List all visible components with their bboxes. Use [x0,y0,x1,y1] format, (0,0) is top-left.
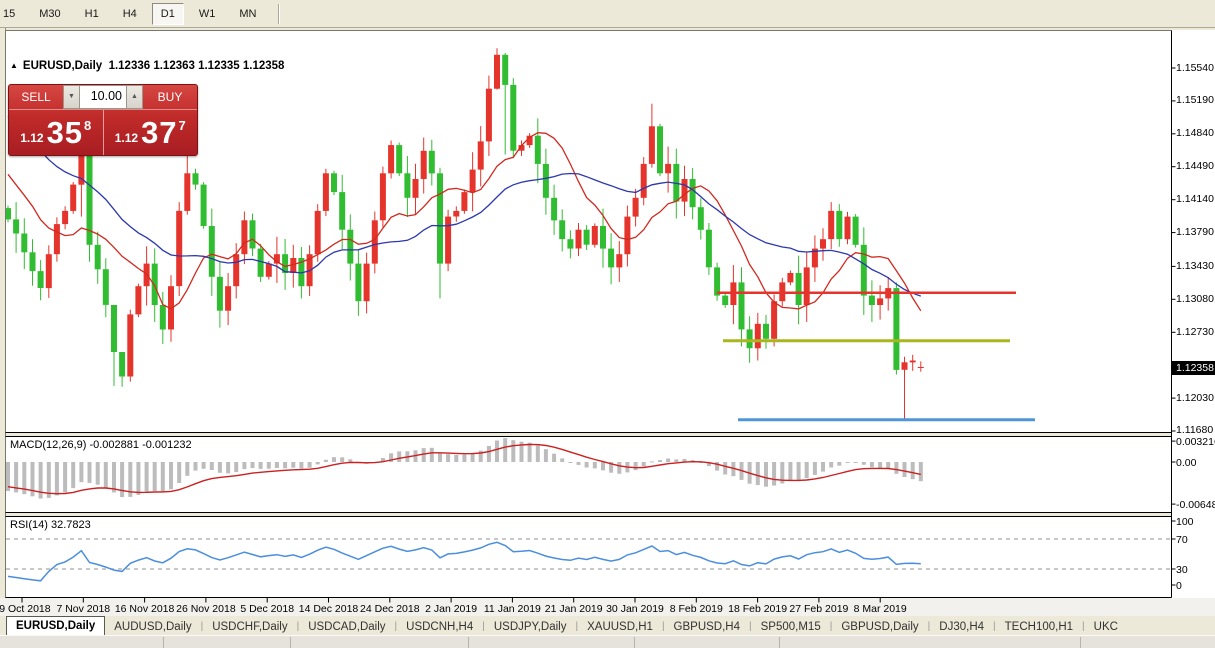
tab-UKC[interactable]: UKC [1085,619,1127,635]
date-axis-label: 2 Jan 2019 [425,603,477,615]
tab-AUDUSD-Daily[interactable]: AUDUSD,Daily [105,619,200,635]
timeframe-D1[interactable]: D1 [152,3,184,25]
price-axis-label: 1.14140 [1176,193,1214,205]
tab-XAUUSD-H1[interactable]: XAUUSD,H1 [578,619,662,635]
chart-tab-bar: EURUSD,DailyAUDUSD,Daily|USDCHF,Daily|US… [0,617,1215,635]
mt4-terminal: 15 M30 H1 H4 D1 W1MN ▲ EURUSD,Daily 1.12336 1.… [0,0,1215,647]
date-axis-label: 26 Nov 2018 [176,603,236,615]
price-axis-label: 1.14840 [1176,127,1214,139]
toolbar-separator [278,4,279,24]
tab-USDCHF-Daily[interactable]: USDCHF,Daily [203,619,296,635]
macd-label: MACD(12,26,9) -0.002881 -0.001232 [10,439,192,451]
sell-price-big: 35 [47,115,83,151]
strip-tick [468,637,469,648]
tab-GBPUSD-Daily[interactable]: GBPUSD,Daily [832,619,927,635]
macd-axis-label: 0.00 [1176,457,1196,469]
buy-button[interactable]: BUY [143,85,197,109]
rsi-axis-label: 70 [1176,534,1188,546]
rsi-axis-label: 30 [1176,564,1188,576]
price-axis[interactable] [1172,30,1215,598]
date-axis-label: 18 Feb 2019 [728,603,787,615]
tab-GBPUSD-H4[interactable]: GBPUSD,H4 [665,619,749,635]
tab-USDCAD-Daily[interactable]: USDCAD,Daily [299,619,394,635]
tab-EURUSD-Daily[interactable]: EURUSD,Daily [6,616,105,635]
price-axis-label: 1.12730 [1176,326,1214,338]
date-axis-label: 11 Jan 2019 [484,603,541,615]
current-price-tag: 1.12358 [1172,361,1215,375]
collapse-icon[interactable]: ▲ [10,61,18,70]
volume-increase-button[interactable]: ▲ [126,85,143,109]
date-axis-label: 27 Feb 2019 [789,603,848,615]
price-axis-label: 1.13790 [1176,226,1214,238]
date-axis-label: 5 Dec 2018 [240,603,294,615]
date-axis-label: 8 Feb 2019 [670,603,723,615]
chart-title: ▲ EURUSD,Daily 1.12336 1.12363 1.12335 1.… [10,60,284,72]
macd-axis-label: 0.003216 [1176,436,1215,448]
sell-price-prefix: 1.12 [20,131,43,145]
date-axis-label: 8 Mar 2019 [854,603,907,615]
rsi-label: RSI(14) 32.7823 [10,519,91,531]
tab-DJ30-H4[interactable]: DJ30,H4 [930,619,993,635]
date-axis-label: 14 Dec 2018 [299,603,359,615]
date-axis-label: 30 Jan 2019 [606,603,664,615]
timeframe-M30[interactable]: M30 [30,3,69,25]
one-click-trading-panel: SELL ▼ 10.00 ▲ BUY 1.12 35 8 1.12 37 7 [8,84,198,156]
macd-axis-label: -0.006485 [1176,499,1215,511]
date-axis-label: 16 Nov 2018 [115,603,175,615]
price-axis-label: 1.15190 [1176,94,1214,106]
timeframe-H1[interactable]: H1 [76,3,108,25]
date-axis-label: 21 Jan 2019 [545,603,603,615]
chart-symbol-label: EURUSD,Daily [23,60,102,72]
strip-tick [290,637,291,648]
date-axis-label: 7 Nov 2018 [56,603,110,615]
rsi-panel[interactable] [6,517,1171,597]
price-axis-label: 1.15540 [1176,62,1214,74]
timeframe-MN[interactable]: MN [230,3,265,25]
buy-price-pips: 7 [179,118,186,133]
tab-SP500-M15[interactable]: SP500,M15 [752,619,830,635]
timeframe-W1[interactable]: W1 [190,3,225,25]
rsi-axis-label: 100 [1176,516,1194,528]
tab-TECH100-H1[interactable]: TECH100,H1 [996,619,1082,635]
tab-USDCNH-H4[interactable]: USDCNH,H4 [397,619,482,635]
strip-tick [1080,637,1081,648]
date-axis-label: 24 Dec 2018 [360,603,420,615]
strip-tick [163,637,164,648]
price-axis-label: 1.13430 [1176,260,1214,272]
timeframe-15[interactable]: 15 [1,3,24,25]
buy-price-big: 37 [141,115,177,151]
timeframe-H4[interactable]: H4 [114,3,146,25]
buy-price-prefix: 1.12 [115,131,138,145]
rsi-axis-label: 0 [1176,580,1182,592]
timeframe-toolbar: 15 M30 H1 H4 D1 W1MN [0,0,1215,28]
volume-decrease-button[interactable]: ▼ [63,85,80,109]
price-axis-label: 1.13080 [1176,293,1214,305]
volume-input[interactable]: 10.00 [80,85,126,109]
strip-tick [634,637,635,648]
buy-price-button[interactable]: 1.12 37 7 [104,110,198,155]
price-axis-label: 1.14490 [1176,160,1214,172]
sell-price-pips: 8 [84,118,91,133]
tab-USDJPY-Daily[interactable]: USDJPY,Daily [485,619,576,635]
strip-tick [779,637,780,648]
sell-price-button[interactable]: 1.12 35 8 [9,110,104,155]
chart-ohlc-values: 1.12336 1.12363 1.12335 1.12358 [109,60,285,72]
bottom-strip [0,635,1215,648]
date-axis-label: 29 Oct 2018 [0,603,51,615]
price-axis-label: 1.12030 [1176,392,1214,404]
chart-window: ▲ EURUSD,Daily 1.12336 1.12363 1.12335 1.… [0,28,1215,647]
sell-button[interactable]: SELL [9,85,63,109]
